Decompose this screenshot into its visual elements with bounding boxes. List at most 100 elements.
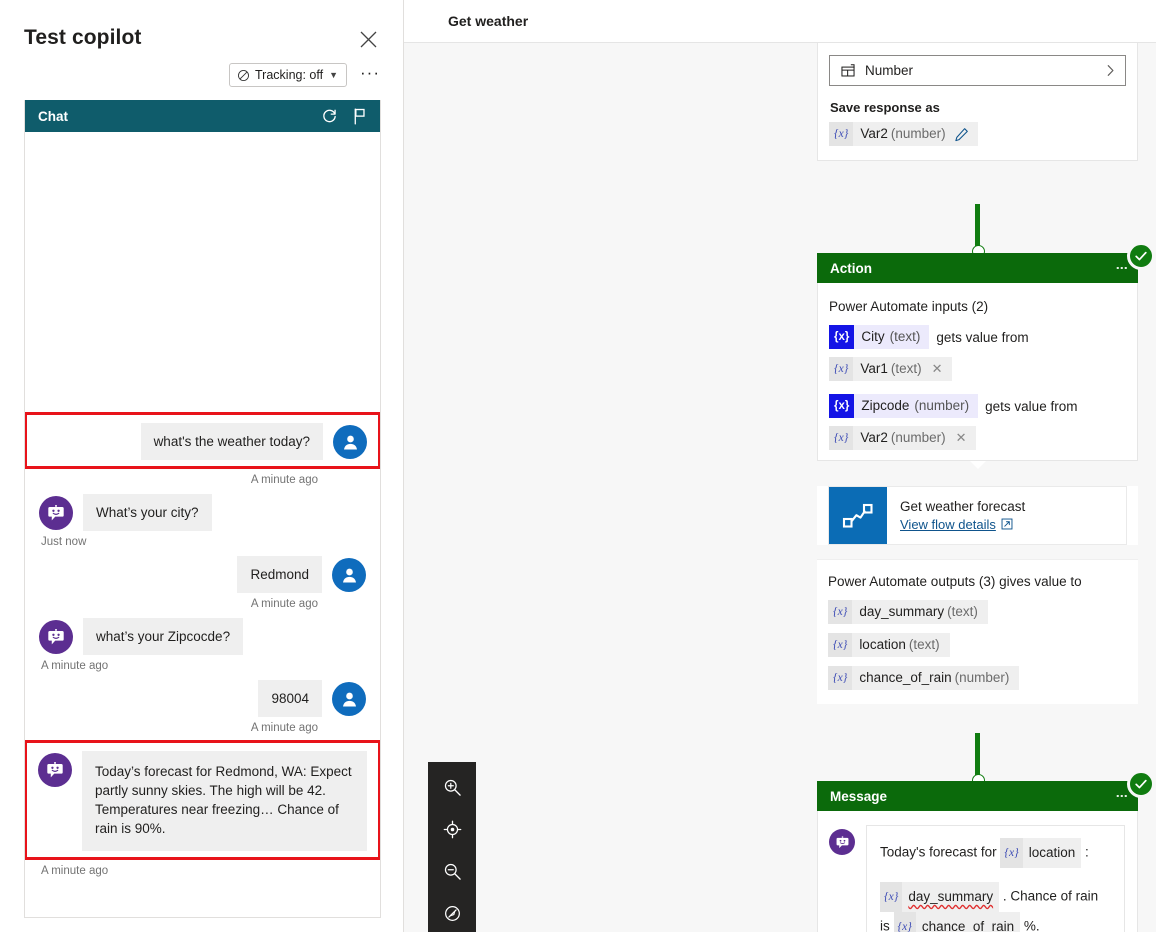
flag-icon[interactable] <box>352 107 368 125</box>
variable-chip-chance-of-rain[interactable]: {x} chance_of_rain <box>893 912 1021 932</box>
variable-chip-location[interactable]: {x} location <box>1000 838 1082 868</box>
avatar <box>333 425 367 459</box>
message-bubble: What’s your city? <box>83 494 212 531</box>
variable-type: (number) <box>890 430 946 445</box>
variable-name: location <box>859 637 906 652</box>
variable-chip-var2[interactable]: {x} Var2 (number) ✕ <box>829 426 976 450</box>
bot-avatar-icon <box>48 629 64 645</box>
entity-icon <box>841 63 855 76</box>
variable-chip-day-summary[interactable]: {x} day_summary <box>880 882 1000 912</box>
fit-to-screen-icon[interactable] <box>441 818 463 840</box>
variable-chip-location[interactable]: {x} location (text) <box>828 633 950 657</box>
message-node: Message ⋮ Today's forecast for {x} locat… <box>817 770 1155 932</box>
parameter-chip-zipcode[interactable]: {x} Zipcode (number) <box>829 394 979 418</box>
avatar <box>332 682 366 716</box>
close-icon[interactable]: ✕ <box>922 357 952 381</box>
tracking-label: Tracking: off <box>255 68 324 82</box>
close-icon[interactable]: ✕ <box>946 426 976 450</box>
identify-entity-value: Number <box>865 63 914 78</box>
message-timestamp: A minute ago <box>250 598 318 610</box>
message-node-header[interactable]: Message ⋮ <box>817 770 1155 811</box>
output-row-location: {x} location (text) <box>828 633 1127 657</box>
app-root: Test copilot Tracking: off ▼ ··· Chat wh… <box>0 0 1156 932</box>
zoom-out-icon[interactable] <box>441 860 463 882</box>
variable-name: day_summary <box>908 889 994 904</box>
pa-inputs-label: Power Automate inputs (2) <box>829 299 989 314</box>
chat-message-list[interactable]: what's the weather today? A minute ago W… <box>25 132 380 917</box>
chat-message-user: Redmond <box>25 556 380 593</box>
message-line-2: {x} day_summary . Chance of rain is {x} … <box>880 882 1111 932</box>
output-row-chance-of-rain: {x} chance_of_rain (number) <box>828 666 1127 690</box>
open-in-new-icon <box>1001 518 1013 529</box>
chat-container: Chat what's the weather today? A minute … <box>24 100 381 918</box>
message-timestamp: A minute ago <box>41 865 109 877</box>
identify-entity-select[interactable]: Number <box>829 55 1126 86</box>
check-circle-icon <box>1127 242 1155 270</box>
variable-badge-icon: {x} <box>828 600 853 624</box>
variable-badge-icon: {x} <box>828 633 853 657</box>
view-flow-details-link[interactable]: View flow details <box>900 517 1013 532</box>
chat-message-bot: what’s your Zipcocde? <box>25 618 380 655</box>
tracking-off-icon <box>238 69 249 81</box>
variable-type: (text) <box>908 637 940 652</box>
message-text-editor[interactable]: Today's forecast for {x} location : {x} … <box>866 825 1125 932</box>
pencil-icon[interactable] <box>946 124 978 145</box>
variable-chip-day-summary[interactable]: {x} day_summary (text) <box>828 600 988 624</box>
message-bubble: what’s your Zipcocde? <box>83 618 244 655</box>
variable-chip-var2[interactable]: {x} Var2 (number) <box>829 122 978 146</box>
variable-name: location <box>1028 845 1076 860</box>
canvas-topbar: Get weather <box>404 0 1156 43</box>
message-line3-text: %. <box>1023 918 1040 932</box>
canvas-zoom-toolbar <box>428 762 476 932</box>
parameter-chip-city[interactable]: {x} City (text) <box>829 325 930 349</box>
more-vertical-icon[interactable]: ⋮ <box>1115 790 1129 802</box>
variable-badge-icon: {x} <box>880 882 903 912</box>
parameter-type: (text) <box>889 329 921 344</box>
question-node-card[interactable]: Number Save response as {x} Var2 (number… <box>817 43 1138 161</box>
variable-chip-chance-of-rain[interactable]: {x} chance_of_rain (number) <box>828 666 1020 690</box>
variable-badge-icon: {x} <box>828 666 853 690</box>
action-node-header[interactable]: Action ⋮ <box>817 242 1155 283</box>
topic-title: Get weather <box>448 13 529 29</box>
authoring-canvas: Get weather Number Save response as {x} … <box>404 0 1156 932</box>
view-flow-details-label: View flow details <box>900 517 996 532</box>
flow-card[interactable]: Get weather forecast View flow details <box>828 486 1127 545</box>
action-node: Action ⋮ Power Automate inputs (2) {x} C… <box>817 242 1155 704</box>
variable-type: (number) <box>954 670 1010 685</box>
flow-name: Get weather forecast <box>900 499 1026 514</box>
message-timestamp: Just now <box>41 536 87 548</box>
avatar <box>39 620 73 654</box>
variable-type: (number) <box>890 126 946 141</box>
close-icon[interactable] <box>355 26 381 52</box>
reset-view-icon[interactable] <box>441 902 463 924</box>
chat-message-user: what's the weather today? <box>27 423 378 460</box>
variable-badge-icon: {x} <box>829 357 854 381</box>
input-value-row-var1: {x} Var1 (text) ✕ <box>829 357 1126 381</box>
parameter-type: (number) <box>914 398 970 413</box>
parameter-name: Zipcode <box>861 398 910 413</box>
message-bubble: 98004 <box>258 680 322 717</box>
chevron-down-icon: ▼ <box>329 70 339 80</box>
avatar <box>38 753 72 787</box>
flow-section: Get weather forecast View flow details <box>817 486 1138 545</box>
avatar <box>332 558 366 592</box>
variable-badge-icon: {x} <box>829 394 855 418</box>
tracking-toggle-button[interactable]: Tracking: off ▼ <box>229 63 348 87</box>
chat-message-user: 98004 <box>25 680 380 717</box>
variable-name: chance_of_rain <box>921 919 1015 932</box>
canvas-body[interactable]: Number Save response as {x} Var2 (number… <box>404 43 1156 932</box>
save-response-label: Save response as <box>830 100 940 115</box>
message-timestamp: A minute ago <box>250 722 318 734</box>
overflow-menu-button[interactable]: ··· <box>357 64 383 81</box>
variable-chip-var1[interactable]: {x} Var1 (text) ✕ <box>829 357 952 381</box>
variable-name: Var1 <box>860 361 888 376</box>
more-vertical-icon[interactable]: ⋮ <box>1115 262 1129 274</box>
variable-name: Var2 <box>860 126 888 141</box>
avatar <box>39 496 73 530</box>
chevron-right-icon <box>1107 65 1114 76</box>
input-param-row-city: {x} City (text) gets value from <box>829 325 1126 349</box>
power-automate-icon <box>829 487 887 544</box>
zoom-in-icon[interactable] <box>441 776 463 798</box>
refresh-icon[interactable] <box>321 108 338 125</box>
variable-name: Var2 <box>860 430 888 445</box>
